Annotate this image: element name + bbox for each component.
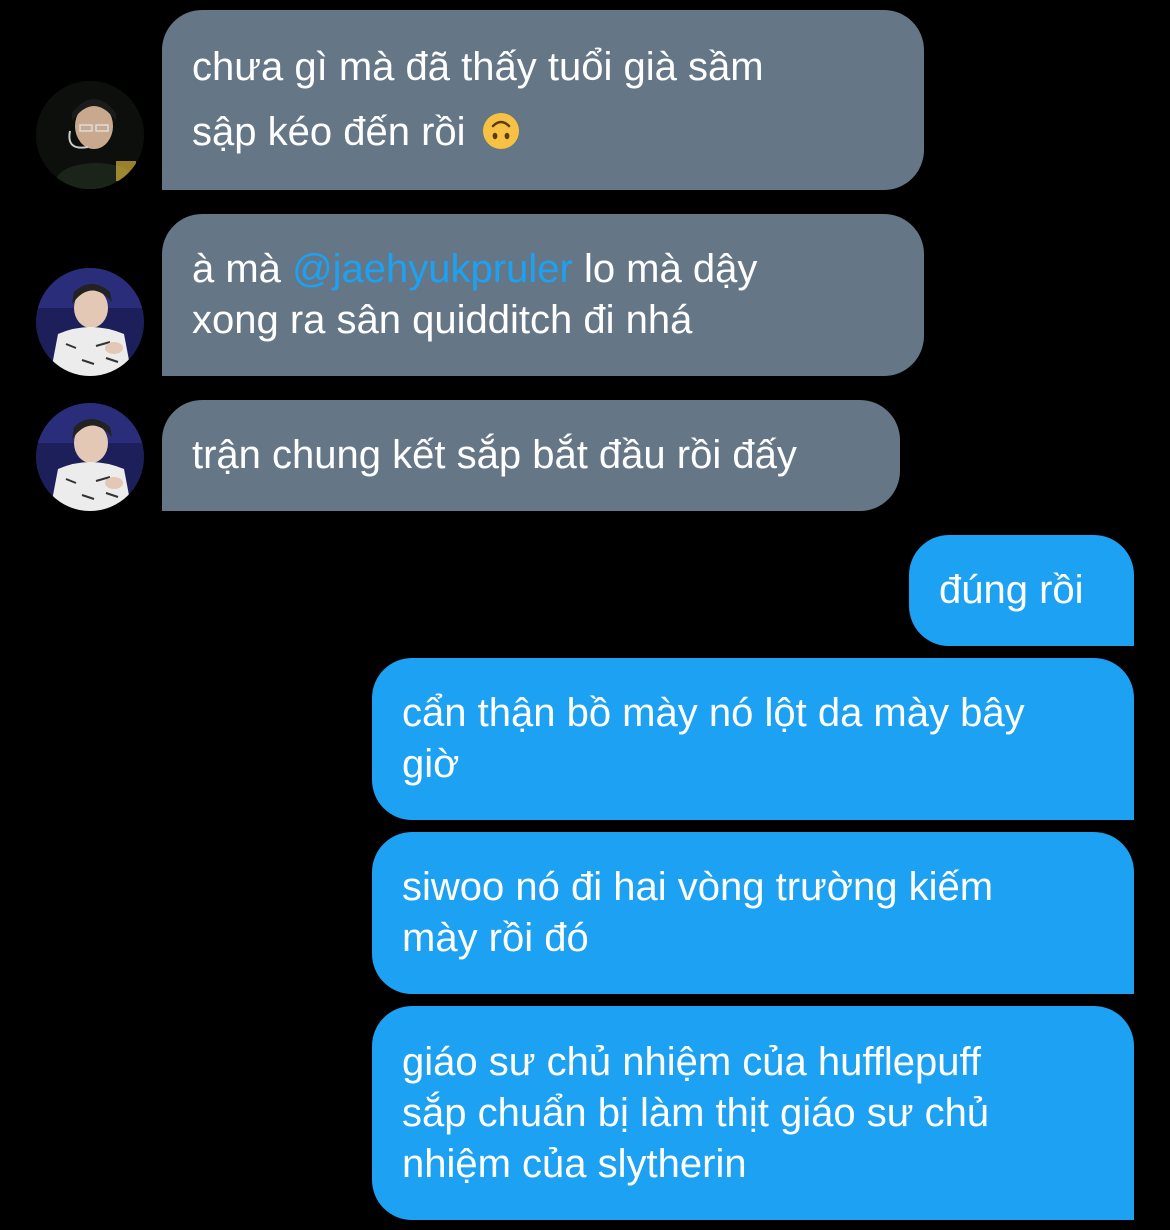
sender-avatar[interactable] xyxy=(36,268,144,376)
message-bubble-incoming[interactable]: trận chung kết sắp bắt đầu rồi đấy xyxy=(162,400,900,511)
message-bubble-outgoing[interactable]: cẩn thận bồ mày nó lột da mày bây giờ xyxy=(372,658,1134,820)
message-bubble-outgoing[interactable]: đúng rồi xyxy=(909,535,1134,646)
message-text: đúng rồi xyxy=(939,568,1084,612)
message-bubble-incoming[interactable]: à mà @jaehyukpruler lo mà dậy xong ra sâ… xyxy=(162,214,924,376)
message-text: trận chung kết sắp bắt đầu rồi đấy xyxy=(192,433,797,477)
upside-down-face-icon xyxy=(481,111,521,151)
message-bubble-outgoing[interactable]: giáo sư chủ nhiệm của hufflepuff sắp chu… xyxy=(372,1006,1134,1220)
sender-avatar[interactable] xyxy=(36,403,144,511)
message-text: chưa gì mà đã thấy tuổi già sầm sập kéo … xyxy=(192,45,764,154)
message-bubble-outgoing[interactable]: siwoo nó đi hai vòng trường kiếm mày rồi… xyxy=(372,832,1134,994)
message-text: siwoo nó đi hai vòng trường kiếm mày rồi… xyxy=(402,865,994,960)
message-bubble-incoming[interactable]: chưa gì mà đã thấy tuổi già sầm sập kéo … xyxy=(162,10,924,190)
sender-avatar[interactable] xyxy=(36,81,144,189)
mention-link[interactable]: @jaehyukpruler xyxy=(292,247,573,291)
message-text: cẩn thận bồ mày nó lột da mày bây giờ xyxy=(402,691,1025,786)
message-text: à mà @jaehyukpruler lo mà dậy xong ra sâ… xyxy=(192,247,758,342)
message-text: giáo sư chủ nhiệm của hufflepuff sắp chu… xyxy=(402,1039,990,1186)
